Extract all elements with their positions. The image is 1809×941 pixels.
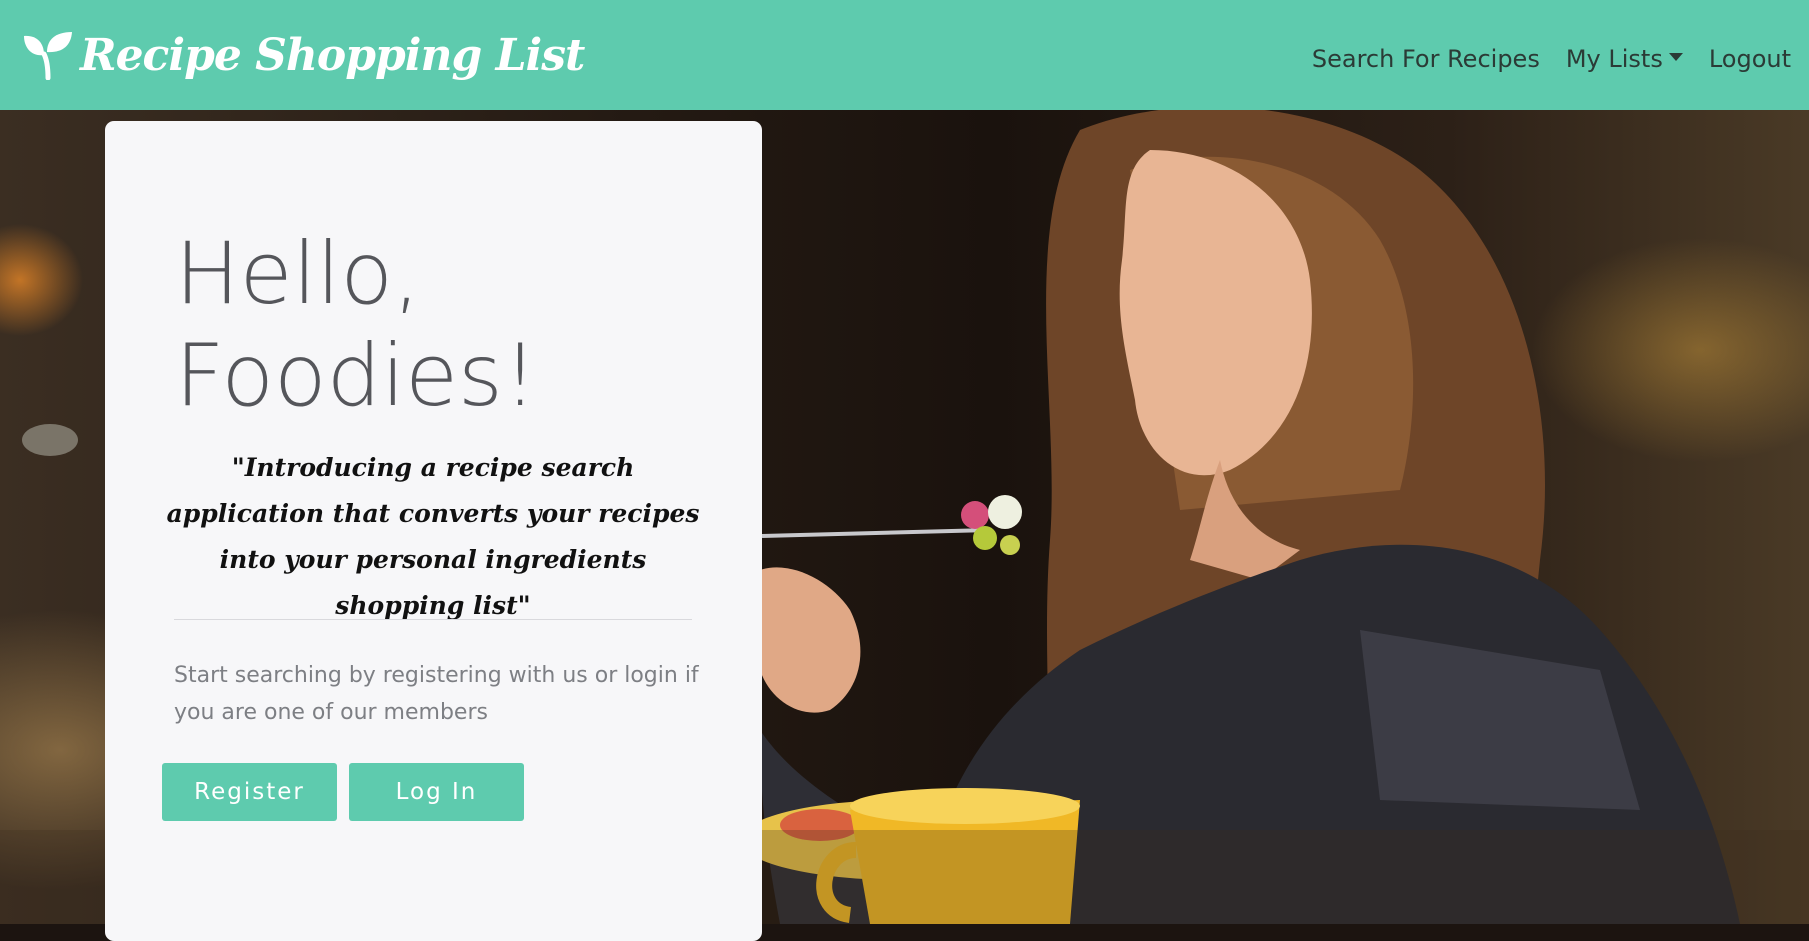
bird-statue-shape (22, 424, 78, 456)
pasta-garnish-shape (961, 501, 989, 529)
pasta-shape-2 (1000, 535, 1020, 555)
hand-shape (760, 567, 861, 713)
fork-shape (758, 528, 992, 538)
intro-card: Hello, Foodies! "Introducing a recipe se… (105, 121, 762, 941)
nav-links: Search For Recipes My Lists Logout (1312, 45, 1791, 73)
brand-title: Recipe Shopping List (80, 29, 585, 81)
hero-title-line-1: Hello, (175, 224, 421, 324)
sprout-icon (24, 32, 72, 80)
pasta-shape (973, 526, 997, 550)
login-button[interactable]: Log In (349, 763, 524, 821)
brand-link[interactable]: Recipe Shopping List (22, 29, 585, 81)
nav-logout-link[interactable]: Logout (1709, 45, 1791, 73)
pasta-mozzarella-shape (988, 495, 1022, 529)
hero-title: Hello, Foodies! (175, 223, 695, 427)
mug-rim-shape (850, 788, 1080, 824)
nav-my-lists-label: My Lists (1565, 45, 1663, 73)
caret-down-icon (1668, 53, 1683, 61)
hero-lead-text: Start searching by registering with us o… (174, 663, 699, 725)
navbar: Recipe Shopping List Search For Recipes … (0, 0, 1809, 110)
divider (174, 619, 692, 620)
nav-my-lists-dropdown[interactable]: My Lists (1566, 45, 1683, 73)
hero-quote: "Introducing a recipe search application… (166, 453, 700, 620)
hero-title-line-2: Foodies! (175, 326, 538, 426)
nav-search-recipes-link[interactable]: Search For Recipes (1312, 45, 1540, 73)
register-button[interactable]: Register (162, 763, 337, 821)
